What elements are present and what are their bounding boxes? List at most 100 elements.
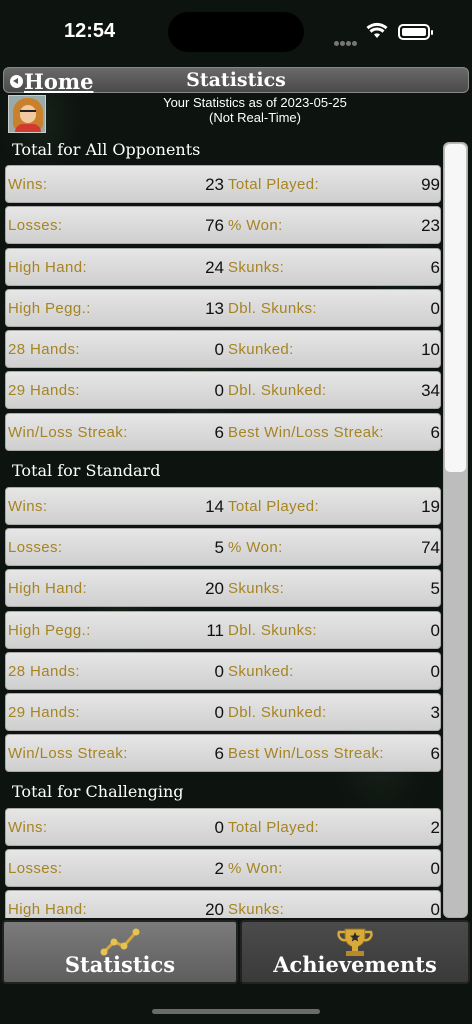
stat-value: 6 bbox=[430, 744, 440, 763]
stat-value: 11 bbox=[206, 621, 224, 640]
stat-label: Skunks: bbox=[228, 901, 285, 918]
stat-value: 0 bbox=[430, 299, 440, 318]
stat-label: Skunked: bbox=[228, 663, 294, 680]
stat-label: % Won: bbox=[228, 539, 283, 556]
stat-value: 6 bbox=[430, 423, 440, 442]
stat-row: 29 Hands: 0 Dbl. Skunked: 3 bbox=[5, 693, 441, 731]
stat-row: Losses: 5 % Won: 74 bbox=[5, 528, 441, 566]
stat-value: 10 bbox=[421, 340, 440, 359]
stat-row: Win/Loss Streak: 6 Best Win/Loss Streak:… bbox=[5, 734, 441, 772]
stat-row: Win/Loss Streak: 6 Best Win/Loss Streak:… bbox=[5, 413, 441, 451]
stat-label: 28 Hands: bbox=[8, 663, 80, 680]
section-title-challenging: Total for Challenging bbox=[12, 782, 184, 801]
stat-label: Best Win/Loss Streak: bbox=[228, 745, 384, 762]
stat-value: 2 bbox=[214, 859, 224, 878]
stat-row: Losses: 76 % Won: 23 bbox=[5, 206, 441, 244]
stat-value: 74 bbox=[421, 538, 440, 557]
stat-value: 0 bbox=[430, 859, 440, 878]
stat-value: 5 bbox=[430, 579, 440, 598]
stat-label: High Hand: bbox=[8, 259, 88, 276]
stat-label: Best Win/Loss Streak: bbox=[228, 424, 384, 441]
stat-label: Losses: bbox=[8, 860, 63, 877]
scrollbar-track[interactable] bbox=[443, 142, 468, 918]
cellular-signal-icon bbox=[334, 33, 358, 46]
stat-label: High Hand: bbox=[8, 901, 88, 918]
stat-label: 28 Hands: bbox=[8, 341, 80, 358]
stat-label: Skunks: bbox=[228, 580, 285, 597]
stat-row: High Hand: 20 Skunks: 0 bbox=[5, 890, 441, 918]
stat-value: 2 bbox=[430, 818, 440, 837]
tab-bar: Statistics Achievements bbox=[0, 918, 472, 988]
status-bar: 12:54 bbox=[0, 0, 472, 62]
navigation-bar: Home Statistics bbox=[3, 67, 469, 94]
page-title: Statistics bbox=[186, 69, 286, 91]
stat-label: 29 Hands: bbox=[8, 382, 80, 399]
home-indicator bbox=[152, 1009, 320, 1014]
stat-label: Total Played: bbox=[228, 819, 320, 836]
stat-label: High Hand: bbox=[8, 580, 88, 597]
stat-value: 20 bbox=[205, 579, 224, 598]
stat-row: 28 Hands: 0 Skunked: 0 bbox=[5, 652, 441, 690]
stat-label: Dbl. Skunks: bbox=[228, 300, 317, 317]
stat-label: Skunks: bbox=[228, 259, 285, 276]
stat-label: % Won: bbox=[228, 860, 283, 877]
stat-value: 0 bbox=[214, 340, 224, 359]
stats-note-label: (Not Real-Time) bbox=[209, 110, 301, 125]
stat-row: Losses: 2 % Won: 0 bbox=[5, 849, 441, 887]
stat-row: High Hand: 20 Skunks: 5 bbox=[5, 569, 441, 607]
stat-value: 20 bbox=[205, 900, 224, 918]
stat-label: % Won: bbox=[228, 217, 283, 234]
stat-row: Wins: 14 Total Played: 19 bbox=[5, 487, 441, 525]
stat-label: Wins: bbox=[8, 819, 48, 836]
stat-value: 6 bbox=[430, 258, 440, 277]
stat-value: 0 bbox=[214, 703, 224, 722]
stat-label: 29 Hands: bbox=[8, 704, 80, 721]
statistics-list[interactable]: Total for All Opponents Wins: 23 Total P… bbox=[0, 138, 472, 918]
stat-value: 14 bbox=[205, 497, 224, 516]
stat-row: High Hand: 24 Skunks: 6 bbox=[5, 248, 441, 286]
stat-label: Total Played: bbox=[228, 176, 320, 193]
tab-statistics[interactable]: Statistics bbox=[2, 920, 238, 984]
stat-row: Wins: 23 Total Played: 99 bbox=[5, 165, 441, 203]
stat-label: Wins: bbox=[8, 498, 48, 515]
stat-value: 13 bbox=[205, 299, 224, 318]
stat-label: High Pegg.: bbox=[8, 300, 91, 317]
stat-row: Wins: 0 Total Played: 2 bbox=[5, 808, 441, 846]
stat-value: 0 bbox=[214, 662, 224, 681]
stat-label: Skunked: bbox=[228, 341, 294, 358]
stat-label: Win/Loss Streak: bbox=[8, 424, 128, 441]
stat-value: 23 bbox=[205, 175, 224, 194]
stat-row: High Pegg.: 11 Dbl. Skunks: 0 bbox=[5, 611, 441, 649]
stat-label: Losses: bbox=[8, 539, 63, 556]
stat-value: 0 bbox=[214, 818, 224, 837]
stat-row: 28 Hands: 0 Skunked: 10 bbox=[5, 330, 441, 368]
stat-row: High Pegg.: 13 Dbl. Skunks: 0 bbox=[5, 289, 441, 327]
battery-icon bbox=[398, 24, 433, 40]
tab-achievements-label: Achievements bbox=[273, 952, 437, 977]
stat-label: Wins: bbox=[8, 176, 48, 193]
stat-label: Losses: bbox=[8, 217, 63, 234]
stat-label: Total Played: bbox=[228, 498, 320, 515]
status-time: 12:54 bbox=[64, 20, 116, 42]
stat-label: Dbl. Skunked: bbox=[228, 704, 327, 721]
stats-as-of-label: Your Statistics as of 2023-05-25 bbox=[163, 95, 347, 110]
stat-value: 3 bbox=[430, 703, 440, 722]
stat-value: 0 bbox=[430, 900, 440, 918]
stat-value: 23 bbox=[421, 216, 440, 235]
stat-value: 99 bbox=[421, 175, 440, 194]
scrollbar-thumb[interactable] bbox=[445, 144, 466, 472]
stat-row: 29 Hands: 0 Dbl. Skunked: 34 bbox=[5, 371, 441, 409]
stat-label: High Pegg.: bbox=[8, 622, 91, 639]
dynamic-island bbox=[168, 12, 304, 52]
stat-value: 0 bbox=[430, 662, 440, 681]
stat-value: 0 bbox=[430, 621, 440, 640]
stat-value: 6 bbox=[214, 744, 224, 763]
stat-value: 76 bbox=[205, 216, 224, 235]
stat-value: 24 bbox=[205, 258, 224, 277]
tab-statistics-label: Statistics bbox=[64, 952, 176, 977]
section-title-all-opponents: Total for All Opponents bbox=[12, 140, 201, 159]
avatar bbox=[8, 95, 46, 133]
stat-value: 19 bbox=[421, 497, 440, 516]
stat-label: Win/Loss Streak: bbox=[8, 745, 128, 762]
tab-achievements[interactable]: Achievements bbox=[240, 920, 470, 984]
